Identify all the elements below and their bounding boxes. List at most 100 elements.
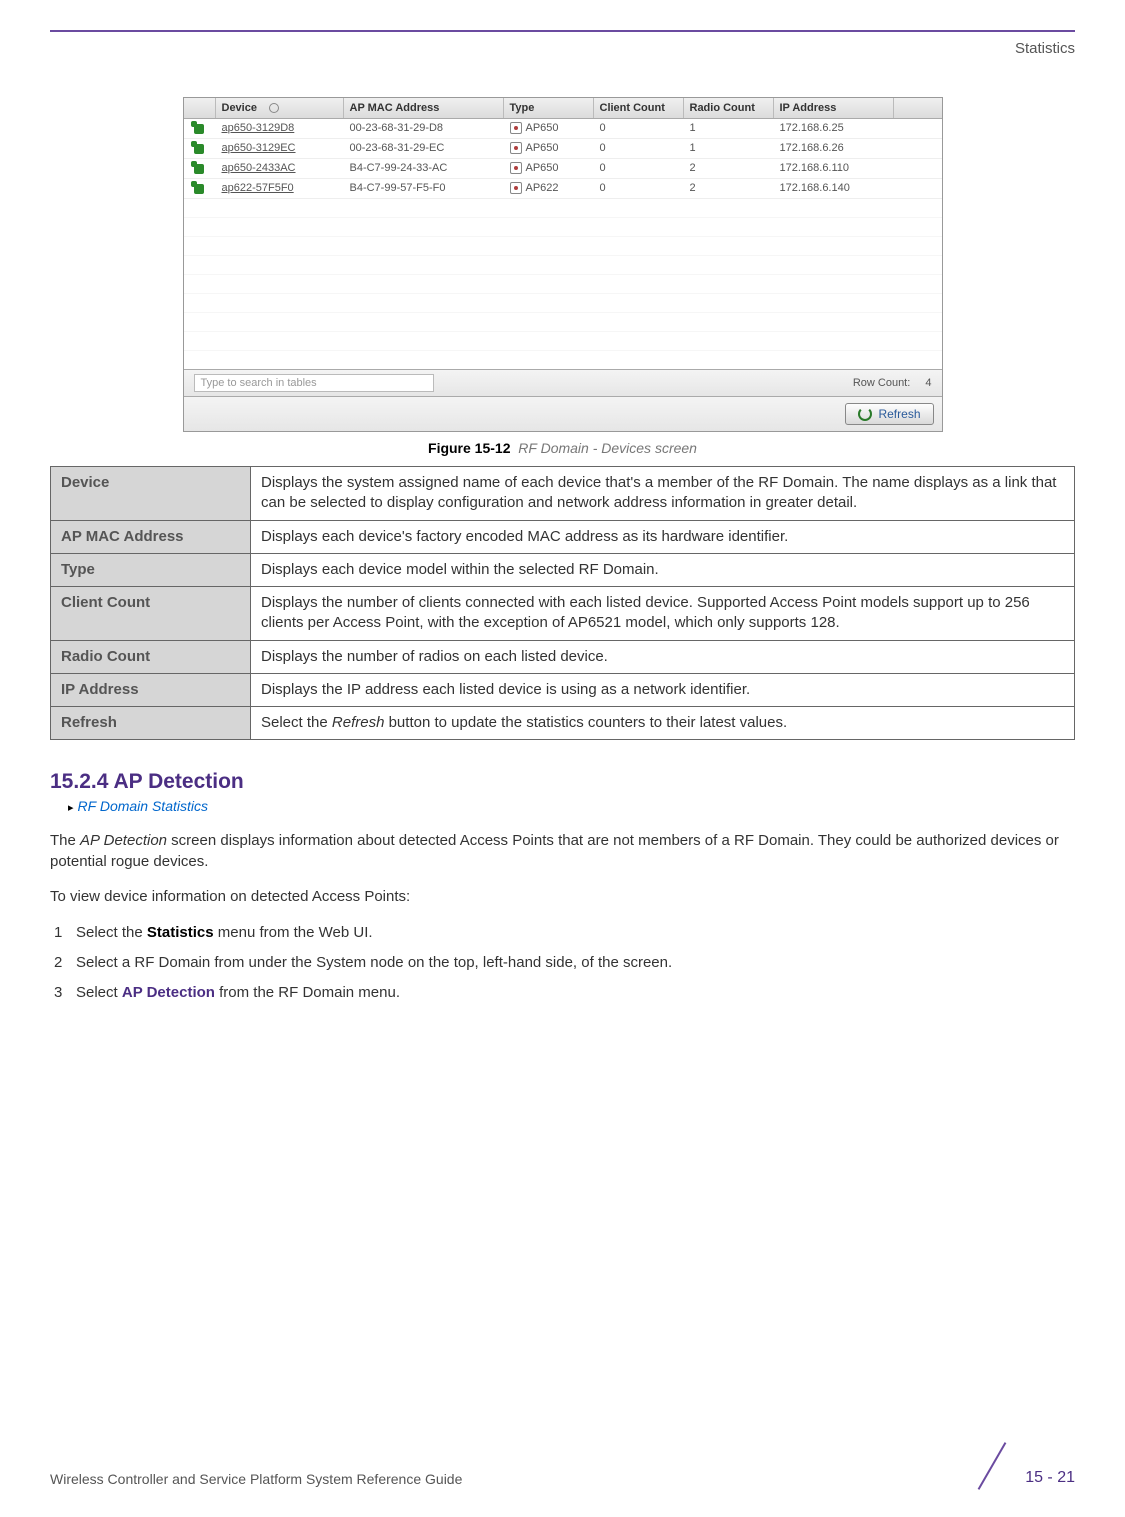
def-desc: Displays each device's factory encoded M… — [251, 520, 1075, 553]
page-number: 15 - 21 — [1025, 1469, 1075, 1487]
mac-cell: B4-C7-99-24-33-AC — [344, 159, 504, 178]
step-post: menu from the Web UI. — [214, 924, 373, 941]
ap-icon — [510, 162, 522, 174]
status-ok-icon — [194, 164, 204, 174]
type-text: AP622 — [526, 182, 559, 194]
col-client-count[interactable]: Client Count — [594, 98, 684, 118]
step-keyword: AP Detection — [122, 984, 215, 1001]
col-device-label: Device — [222, 102, 257, 114]
col-mac[interactable]: AP MAC Address — [344, 98, 504, 118]
client-count-cell: 0 — [594, 139, 684, 158]
radio-count-cell: 1 — [684, 139, 774, 158]
mac-cell: B4-C7-99-57-F5-F0 — [344, 179, 504, 198]
radio-count-cell: 2 — [684, 179, 774, 198]
breadcrumb-link[interactable]: RF Domain Statistics — [68, 798, 1075, 814]
ip-cell: 172.168.6.25 — [774, 119, 894, 138]
grid-header-row: Device AP MAC Address Type Client Count … — [184, 98, 942, 119]
def-desc: Select the Refresh button to update the … — [251, 707, 1075, 740]
def-row: Type Displays each device model within t… — [51, 553, 1075, 586]
def-term: Device — [51, 467, 251, 521]
ap-icon — [510, 122, 522, 134]
def-row: Client Count Displays the number of clie… — [51, 587, 1075, 641]
body-paragraph: To view device information on detected A… — [50, 886, 1075, 907]
ip-cell: 172.168.6.26 — [774, 139, 894, 158]
table-row[interactable]: ap650-3129D8 00-23-68-31-29-D8 AP650 0 1… — [184, 119, 942, 139]
device-link[interactable]: ap650-3129EC — [216, 139, 344, 158]
refresh-button[interactable]: Refresh — [845, 403, 933, 425]
table-row[interactable]: ap622-57F5F0 B4-C7-99-57-F5-F0 AP622 0 2… — [184, 179, 942, 199]
radio-count-cell: 2 — [684, 159, 774, 178]
figure-caption: Figure 15-12 RF Domain - Devices screen — [50, 440, 1075, 456]
def-desc: Displays the number of radios on each li… — [251, 640, 1075, 673]
def-row: Device Displays the system assigned name… — [51, 467, 1075, 521]
col-radio-count[interactable]: Radio Count — [684, 98, 774, 118]
footer-slash-icon — [971, 1445, 1013, 1487]
def-desc-pre: Select the — [261, 714, 332, 731]
status-ok-icon — [194, 144, 204, 154]
col-status[interactable] — [184, 98, 216, 118]
col-type[interactable]: Type — [504, 98, 594, 118]
sort-indicator-icon — [269, 103, 279, 113]
page-footer: Wireless Controller and Service Platform… — [50, 1445, 1075, 1487]
section-heading: 15.2.4 AP Detection — [50, 770, 1075, 794]
def-row: AP MAC Address Displays each device's fa… — [51, 520, 1075, 553]
def-term: AP MAC Address — [51, 520, 251, 553]
def-desc-post: button to update the statistics counters… — [384, 714, 787, 731]
ip-cell: 172.168.6.110 — [774, 159, 894, 178]
def-term: Radio Count — [51, 640, 251, 673]
col-ip[interactable]: IP Address — [774, 98, 894, 118]
definitions-table: Device Displays the system assigned name… — [50, 466, 1075, 740]
type-text: AP650 — [526, 162, 559, 174]
figure-title: RF Domain - Devices screen — [518, 440, 697, 456]
device-link[interactable]: ap622-57F5F0 — [216, 179, 344, 198]
devices-screenshot: Device AP MAC Address Type Client Count … — [183, 97, 943, 432]
type-cell: AP650 — [504, 119, 594, 138]
def-term: Refresh — [51, 707, 251, 740]
row-count-label: Row Count: — [853, 377, 910, 389]
col-device[interactable]: Device — [216, 98, 344, 118]
radio-count-cell: 1 — [684, 119, 774, 138]
row-count-value: 4 — [925, 377, 931, 389]
refresh-label: Refresh — [878, 407, 920, 421]
def-desc: Displays the IP address each listed devi… — [251, 673, 1075, 706]
step-item: Select AP Detection from the RF Domain m… — [54, 981, 1075, 1005]
ap-icon — [510, 142, 522, 154]
def-row: Refresh Select the Refresh button to upd… — [51, 707, 1075, 740]
def-term: IP Address — [51, 673, 251, 706]
step-bold: Statistics — [147, 924, 214, 941]
search-input[interactable]: Type to search in tables — [194, 374, 434, 392]
device-link[interactable]: ap650-3129D8 — [216, 119, 344, 138]
type-text: AP650 — [526, 142, 559, 154]
header-rule — [50, 30, 1075, 32]
table-row[interactable]: ap650-3129EC 00-23-68-31-29-EC AP650 0 1… — [184, 139, 942, 159]
def-desc: Displays the number of clients connected… — [251, 587, 1075, 641]
def-desc: Displays each device model within the se… — [251, 553, 1075, 586]
status-ok-icon — [194, 124, 204, 134]
footer-guide-title: Wireless Controller and Service Platform… — [50, 1471, 462, 1487]
step-post: from the RF Domain menu. — [215, 984, 400, 1001]
header-section-label: Statistics — [50, 40, 1075, 57]
def-desc: Displays the system assigned name of eac… — [251, 467, 1075, 521]
device-link[interactable]: ap650-2433AC — [216, 159, 344, 178]
status-ok-icon — [194, 184, 204, 194]
client-count-cell: 0 — [594, 179, 684, 198]
def-row: IP Address Displays the IP address each … — [51, 673, 1075, 706]
step-pre: Select — [76, 984, 122, 1001]
toolbar: Refresh — [184, 397, 942, 431]
step-pre: Select the — [76, 924, 147, 941]
client-count-cell: 0 — [594, 119, 684, 138]
client-count-cell: 0 — [594, 159, 684, 178]
type-cell: AP650 — [504, 139, 594, 158]
refresh-icon — [858, 407, 872, 421]
ip-cell: 172.168.6.140 — [774, 179, 894, 198]
steps-list: Select the Statistics menu from the Web … — [54, 921, 1075, 1005]
p1-pre: The — [50, 832, 80, 849]
mac-cell: 00-23-68-31-29-D8 — [344, 119, 504, 138]
step-item: Select a RF Domain from under the System… — [54, 951, 1075, 975]
type-cell: AP650 — [504, 159, 594, 178]
grid-footer: Type to search in tables Row Count: 4 — [184, 369, 942, 397]
figure-number: Figure 15-12 — [428, 440, 510, 456]
table-row[interactable]: ap650-2433AC B4-C7-99-24-33-AC AP650 0 2… — [184, 159, 942, 179]
p1-post: screen displays information about detect… — [50, 832, 1059, 870]
row-count: Row Count: 4 — [853, 377, 932, 389]
